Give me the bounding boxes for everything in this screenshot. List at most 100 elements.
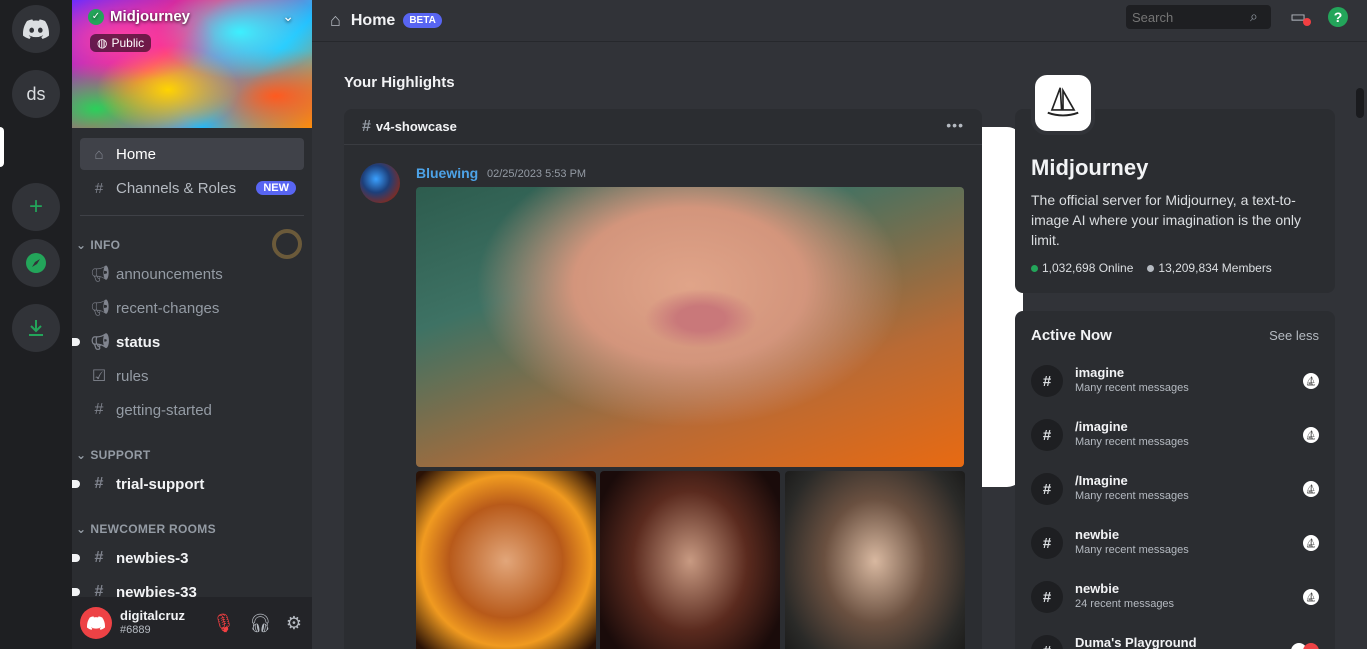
server-title: Midjourney bbox=[1031, 155, 1149, 180]
help-icon[interactable]: ? bbox=[1328, 7, 1348, 27]
avatar: ⛵︎ bbox=[1303, 427, 1319, 443]
active-item-name: imagine bbox=[1075, 365, 1125, 380]
active-item[interactable]: # newbie Many recent messages ⛵︎ bbox=[1031, 525, 1319, 565]
channel-rules[interactable]: ☑ rules bbox=[80, 360, 304, 392]
highlight-post[interactable]: # v4-showcase ••• Bluewing 02/25/2023 5:… bbox=[344, 109, 982, 649]
server-name: Midjourney bbox=[110, 8, 191, 25]
channel-label: trial-support bbox=[116, 475, 205, 493]
channel-recent-changes[interactable]: 📢︎ recent-changes bbox=[80, 292, 304, 324]
channel-label: status bbox=[116, 333, 161, 351]
hash-icon: # bbox=[94, 401, 104, 418]
post-timestamp: 02/25/2023 5:53 PM bbox=[487, 168, 587, 180]
server-ds-button[interactable]: ds bbox=[12, 70, 60, 118]
server-banner[interactable]: ✓ Midjourney ⌄ ◍ Public bbox=[72, 0, 312, 128]
beta-badge: BETA bbox=[403, 13, 442, 28]
gear-icon[interactable]: ⚙ bbox=[286, 613, 302, 634]
active-item[interactable]: # newbie 24 recent messages ⛵︎ bbox=[1031, 579, 1319, 619]
post-author[interactable]: Bluewing bbox=[416, 165, 478, 181]
user-panel: digitalcruz #6889 🎙︎ 🎧︎ ⚙ bbox=[72, 597, 312, 649]
unread-indicator bbox=[72, 338, 80, 346]
category-newcomer-rooms[interactable]: ⌄ NEWCOMER ROOMS bbox=[76, 522, 216, 536]
post-image-main[interactable] bbox=[416, 187, 964, 467]
discord-logo-icon bbox=[87, 616, 105, 630]
category-info[interactable]: ⌄ INFO bbox=[76, 238, 120, 252]
page-title: Home bbox=[350, 11, 396, 29]
active-item[interactable]: # /imagine Many recent messages ⛵︎ bbox=[1031, 417, 1319, 457]
server-icon bbox=[1031, 71, 1095, 135]
member-dot bbox=[1147, 265, 1155, 272]
sidebar-divider bbox=[80, 215, 304, 216]
online-dot bbox=[1031, 265, 1038, 272]
thread-icon: # bbox=[1031, 365, 1063, 397]
channel-getting-started[interactable]: # getting-started bbox=[80, 394, 304, 426]
online-count-label: 1,032,698 Online bbox=[1042, 261, 1134, 275]
download-apps-button[interactable] bbox=[12, 304, 60, 352]
home-main: Your Highlights # v4-showcase ••• Bluewi… bbox=[312, 42, 1367, 649]
server-rail: ds + bbox=[0, 0, 1023, 649]
compass-icon bbox=[26, 253, 46, 273]
scrollbar[interactable] bbox=[1356, 88, 1364, 118]
unread-indicator bbox=[72, 480, 80, 488]
public-badge: ◍ Public bbox=[90, 34, 152, 52]
user-tag: #6889 bbox=[120, 624, 151, 636]
post-image-grid-2[interactable] bbox=[600, 471, 780, 649]
collapse-chevron-icon: ⌄ bbox=[76, 448, 87, 462]
member-count: 13,209,834 Members bbox=[1147, 261, 1272, 275]
post-channel-name: v4-showcase bbox=[375, 119, 457, 134]
channel-label: announcements bbox=[116, 265, 223, 283]
channel-status[interactable]: 📢︎ status bbox=[72, 326, 304, 358]
nav-channels-roles-label: Channels & Roles bbox=[116, 179, 237, 197]
see-less-link[interactable]: See less bbox=[1269, 328, 1319, 343]
channel-label: getting-started bbox=[116, 401, 212, 419]
mic-muted-icon[interactable]: 🎙︎ bbox=[212, 613, 235, 634]
loading-ring bbox=[272, 229, 302, 259]
nav-channels-roles[interactable]: # Channels & Roles NEW bbox=[80, 172, 304, 204]
more-options-icon[interactable]: ••• bbox=[946, 117, 964, 133]
nav-home-label: Home bbox=[116, 145, 157, 163]
avatar[interactable] bbox=[360, 163, 400, 203]
active-item[interactable]: # imagine Many recent messages ⛵︎ bbox=[1031, 363, 1319, 403]
unread-indicator bbox=[72, 588, 80, 596]
avatar: ⛵︎ bbox=[1303, 373, 1319, 389]
globe-icon: ◍ bbox=[97, 36, 108, 50]
headphones-icon[interactable]: 🎧︎ bbox=[249, 613, 272, 634]
avatar bbox=[1303, 643, 1319, 649]
active-item[interactable]: # Duma's Playground bbox=[1031, 633, 1319, 649]
thread-icon: # bbox=[1031, 527, 1063, 559]
category-support[interactable]: ⌄ SUPPORT bbox=[76, 448, 150, 462]
channel-announcements[interactable]: 📢︎ announcements bbox=[80, 258, 304, 290]
user-identity[interactable]: digitalcruz #6889 bbox=[120, 609, 185, 637]
thread-icon: # bbox=[1031, 419, 1063, 451]
midjourney-boat-icon bbox=[1047, 87, 1079, 117]
nav-home[interactable]: ⌂ Home bbox=[80, 138, 304, 170]
server-ds-label: ds bbox=[26, 83, 46, 104]
avatar[interactable] bbox=[80, 607, 112, 639]
explore-servers-button[interactable] bbox=[12, 239, 60, 287]
megaphone-icon: 📢︎ bbox=[90, 300, 111, 317]
active-now-title: Active Now bbox=[1031, 327, 1112, 344]
channels-roles-icon: # bbox=[94, 179, 104, 197]
discord-app: ds + ✓ Midjourney ⌄ ◍ Public ⌂ Home # Ch… bbox=[0, 0, 1367, 649]
add-server-button[interactable]: + bbox=[12, 183, 60, 231]
server-stats: 1,032,698 Online 13,209,834 Members bbox=[1031, 261, 1272, 275]
member-count-label: 13,209,834 Members bbox=[1158, 261, 1272, 275]
post-channel-header[interactable]: # v4-showcase bbox=[344, 109, 982, 145]
active-item-sub: Many recent messages bbox=[1075, 490, 1189, 502]
megaphone-icon: 📢︎ bbox=[90, 266, 111, 283]
post-image-grid-1[interactable] bbox=[416, 471, 596, 649]
discord-home-button[interactable] bbox=[12, 5, 60, 53]
server-header[interactable]: ✓ Midjourney bbox=[88, 8, 190, 25]
server-description: The official server for Midjourney, a te… bbox=[1031, 192, 1302, 248]
username: digitalcruz bbox=[120, 608, 186, 623]
download-icon bbox=[29, 320, 43, 336]
discord-logo-icon bbox=[23, 19, 49, 39]
post-image-grid-3[interactable] bbox=[785, 471, 965, 649]
verified-check-icon: ✓ bbox=[88, 8, 104, 25]
channel-trial-support[interactable]: # trial-support bbox=[72, 468, 304, 500]
channel-sidebar: ✓ Midjourney ⌄ ◍ Public ⌂ Home # Channel… bbox=[72, 0, 312, 649]
chevron-down-icon[interactable]: ⌄ bbox=[282, 8, 294, 25]
rules-checkbox-icon: ☑ bbox=[91, 368, 107, 385]
active-item[interactable]: # /Imagine Many recent messages ⛵︎ bbox=[1031, 471, 1319, 511]
channel-newbies-3[interactable]: # newbies-3 bbox=[72, 542, 304, 574]
hash-icon: # bbox=[362, 117, 371, 135]
